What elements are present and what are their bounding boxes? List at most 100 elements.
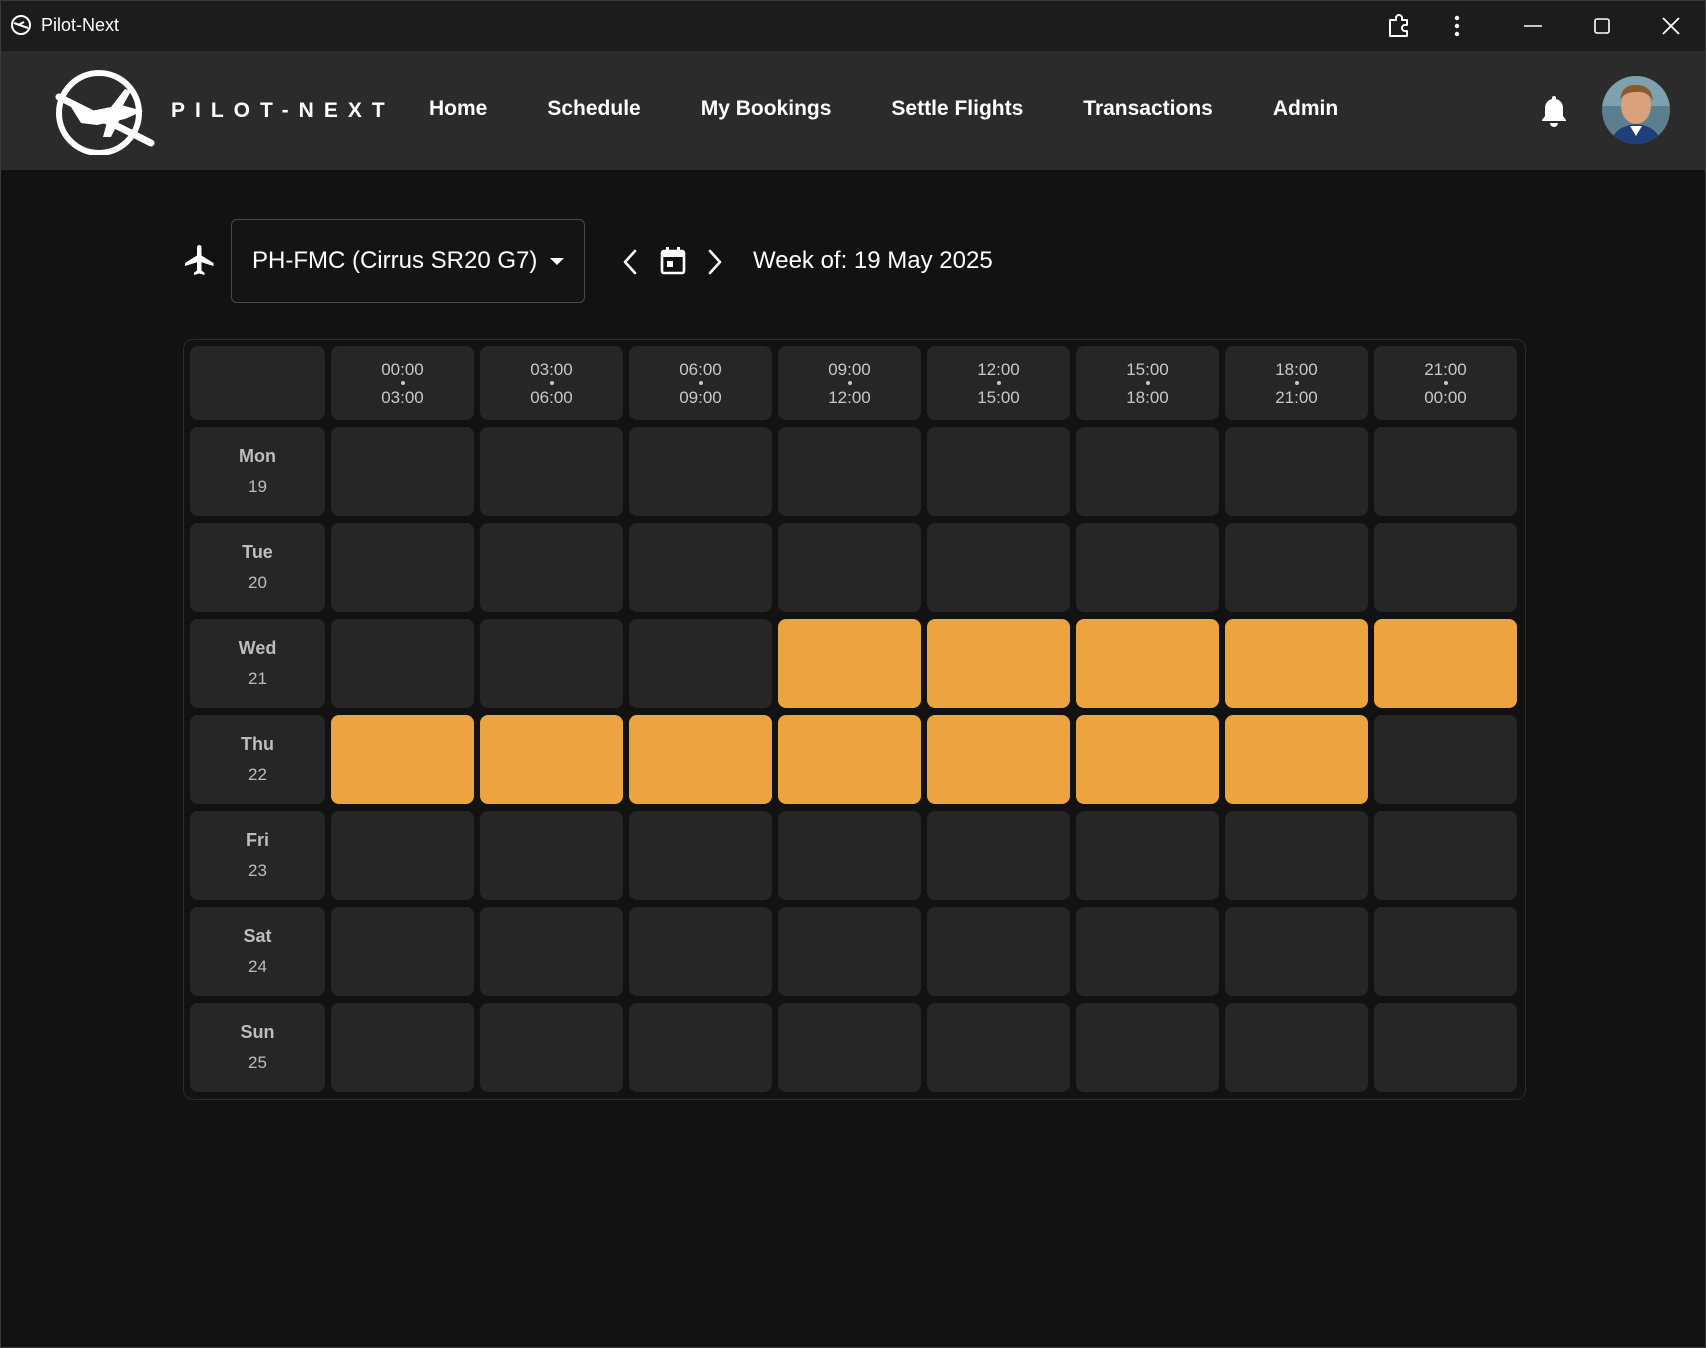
main-nav: Home Schedule My Bookings Settle Flights…: [429, 97, 1398, 121]
time-slot-header: 00:00 03:00: [331, 346, 474, 420]
maximize-button[interactable]: [1572, 1, 1632, 51]
free-slot-cell[interactable]: [927, 907, 1070, 996]
brand-logo[interactable]: [51, 67, 155, 155]
free-slot-cell[interactable]: [778, 907, 921, 996]
close-icon: [1662, 17, 1680, 35]
maximize-icon: [1594, 18, 1610, 34]
time-slot-header: 03:00 06:00: [480, 346, 623, 420]
time-slot-header: 18:00 21:00: [1225, 346, 1368, 420]
day-label: Wed 21: [190, 619, 325, 708]
notifications-bell-icon[interactable]: [1539, 93, 1569, 127]
free-slot-cell[interactable]: [778, 427, 921, 516]
free-slot-cell[interactable]: [1374, 523, 1517, 612]
free-slot-cell[interactable]: [927, 811, 1070, 900]
free-slot-cell[interactable]: [480, 619, 623, 708]
day-date: 24: [248, 957, 267, 976]
free-slot-cell[interactable]: [331, 427, 474, 516]
free-slot-cell[interactable]: [480, 1003, 623, 1092]
booked-slot-cell[interactable]: [927, 715, 1070, 804]
booked-slot-cell[interactable]: [1225, 619, 1368, 708]
calendar-today-icon[interactable]: [659, 246, 687, 276]
free-slot-cell[interactable]: [1374, 715, 1517, 804]
free-slot-cell[interactable]: [331, 523, 474, 612]
free-slot-cell[interactable]: [1374, 1003, 1517, 1092]
close-button[interactable]: [1641, 1, 1701, 51]
free-slot-cell[interactable]: [1225, 907, 1368, 996]
more-menu-button[interactable]: [1427, 1, 1487, 51]
booked-slot-cell[interactable]: [927, 619, 1070, 708]
time-slot-header: 06:00 09:00: [629, 346, 772, 420]
nav-transactions[interactable]: Transactions: [1083, 97, 1213, 121]
free-slot-cell[interactable]: [778, 1003, 921, 1092]
free-slot-cell[interactable]: [1225, 1003, 1368, 1092]
booked-slot-cell[interactable]: [1225, 715, 1368, 804]
app-window: Pilot-Next PILOT-NEXT Home Schedule My B…: [0, 0, 1706, 1348]
time-slot-header: 09:00 12:00: [778, 346, 921, 420]
free-slot-cell[interactable]: [1225, 811, 1368, 900]
grid-corner: [190, 346, 325, 420]
day-date: 19: [248, 477, 267, 496]
free-slot-cell[interactable]: [629, 1003, 772, 1092]
booked-slot-cell[interactable]: [629, 715, 772, 804]
free-slot-cell[interactable]: [1076, 427, 1219, 516]
nav-my-bookings[interactable]: My Bookings: [701, 97, 832, 121]
user-avatar[interactable]: [1602, 76, 1670, 144]
free-slot-cell[interactable]: [629, 427, 772, 516]
booked-slot-cell[interactable]: [480, 715, 623, 804]
minimize-button[interactable]: [1503, 1, 1563, 51]
free-slot-cell[interactable]: [778, 523, 921, 612]
free-slot-cell[interactable]: [1076, 811, 1219, 900]
time-slot-header: 15:00 18:00: [1076, 346, 1219, 420]
booked-slot-cell[interactable]: [1076, 619, 1219, 708]
free-slot-cell[interactable]: [331, 907, 474, 996]
free-slot-cell[interactable]: [480, 907, 623, 996]
nav-settle-flights[interactable]: Settle Flights: [891, 97, 1023, 121]
free-slot-cell[interactable]: [629, 811, 772, 900]
free-slot-cell[interactable]: [1374, 427, 1517, 516]
free-slot-cell[interactable]: [331, 619, 474, 708]
free-slot-cell[interactable]: [629, 619, 772, 708]
nav-schedule[interactable]: Schedule: [547, 97, 640, 121]
free-slot-cell[interactable]: [1076, 1003, 1219, 1092]
slot-separator-dot: [698, 380, 703, 385]
slot-start: 00:00: [381, 359, 424, 379]
booked-slot-cell[interactable]: [1374, 619, 1517, 708]
booked-slot-cell[interactable]: [1076, 715, 1219, 804]
free-slot-cell[interactable]: [629, 523, 772, 612]
free-slot-cell[interactable]: [1225, 427, 1368, 516]
free-slot-cell[interactable]: [927, 1003, 1070, 1092]
free-slot-cell[interactable]: [1374, 907, 1517, 996]
slot-end: 12:00: [828, 387, 871, 407]
day-label: Tue 20: [190, 523, 325, 612]
free-slot-cell[interactable]: [331, 811, 474, 900]
nav-home[interactable]: Home: [429, 97, 487, 121]
day-name: Tue: [242, 542, 273, 562]
free-slot-cell[interactable]: [1225, 523, 1368, 612]
title-bar: Pilot-Next: [1, 1, 1705, 51]
slot-start: 06:00: [679, 359, 722, 379]
free-slot-cell[interactable]: [480, 427, 623, 516]
free-slot-cell[interactable]: [331, 1003, 474, 1092]
nav-admin[interactable]: Admin: [1273, 97, 1338, 121]
free-slot-cell[interactable]: [629, 907, 772, 996]
aircraft-select-value: PH-FMC (Cirrus SR20 G7): [252, 247, 538, 274]
aircraft-select[interactable]: PH-FMC (Cirrus SR20 G7): [231, 219, 585, 303]
next-week-button[interactable]: [700, 245, 730, 279]
booked-slot-cell[interactable]: [778, 619, 921, 708]
free-slot-cell[interactable]: [927, 427, 1070, 516]
free-slot-cell[interactable]: [1374, 811, 1517, 900]
free-slot-cell[interactable]: [1076, 907, 1219, 996]
free-slot-cell[interactable]: [1076, 523, 1219, 612]
previous-week-button[interactable]: [615, 245, 645, 279]
free-slot-cell[interactable]: [927, 523, 1070, 612]
booked-slot-cell[interactable]: [331, 715, 474, 804]
day-label: Sun 25: [190, 1003, 325, 1092]
free-slot-cell[interactable]: [480, 523, 623, 612]
app-logo-icon: [11, 15, 31, 35]
free-slot-cell[interactable]: [480, 811, 623, 900]
free-slot-cell[interactable]: [778, 811, 921, 900]
extensions-button[interactable]: [1369, 1, 1429, 51]
booked-slot-cell[interactable]: [778, 715, 921, 804]
slot-start: 09:00: [828, 359, 871, 379]
day-name: Fri: [245, 830, 269, 850]
